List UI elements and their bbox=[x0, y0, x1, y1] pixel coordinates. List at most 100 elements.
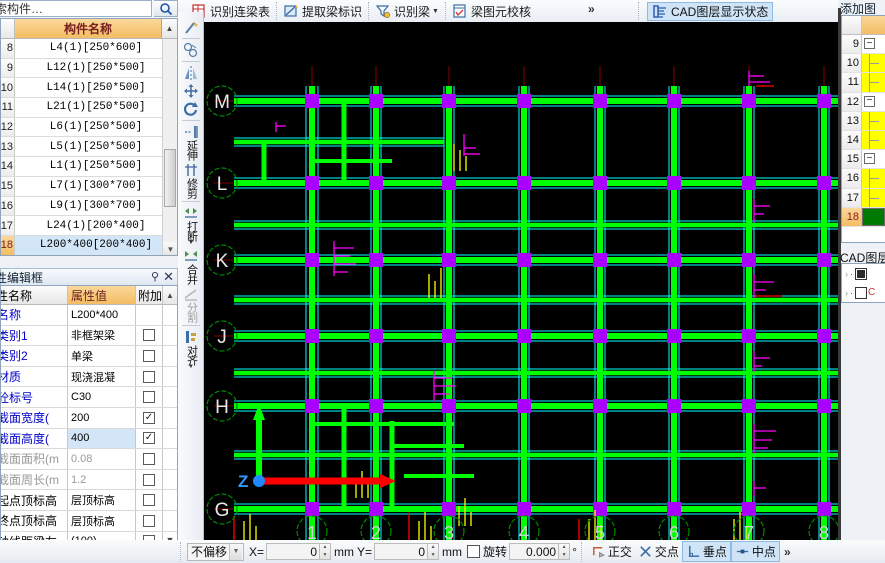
search-input[interactable] bbox=[0, 0, 152, 17]
layer-tree-row[interactable]: 15− bbox=[842, 150, 885, 170]
layer-tree-row[interactable]: 14 bbox=[842, 130, 885, 151]
toolbar-overflow-button[interactable]: » bbox=[588, 2, 595, 16]
vtool-merge[interactable]: 合并 bbox=[178, 247, 204, 285]
vtool-move[interactable] bbox=[178, 82, 204, 100]
tree-collapse-icon[interactable]: − bbox=[864, 95, 875, 107]
property-value[interactable]: C30 bbox=[68, 387, 136, 407]
vtool-align[interactable]: 对齐 ▼ bbox=[178, 328, 204, 371]
property-scroll-up-arrow[interactable]: ▲ bbox=[163, 286, 177, 304]
vtool-mirror[interactable] bbox=[178, 64, 204, 82]
property-value[interactable]: 非框架梁 bbox=[68, 325, 136, 346]
layer-tree-row[interactable]: 10 bbox=[842, 54, 885, 74]
rotate-stepper[interactable]: ▲ ▼ bbox=[559, 543, 571, 560]
component-list-item[interactable]: 9 L12(1)[250*500] bbox=[1, 58, 177, 79]
layer-tree-row[interactable]: 9− bbox=[842, 35, 885, 55]
property-checkbox[interactable] bbox=[143, 473, 155, 486]
component-list-item[interactable]: 14 L1(1)[250*500] bbox=[1, 157, 177, 177]
layer-visibility-checkbox[interactable] bbox=[855, 286, 867, 299]
vtool-break[interactable]: 打断 ▼ bbox=[178, 204, 204, 247]
snap-tool-perpendicular[interactable]: 垂点 bbox=[681, 541, 731, 562]
toolbar-button-4[interactable]: 梁图元校核 bbox=[449, 0, 534, 22]
property-row[interactable]: 材质现浇混凝 bbox=[1, 366, 177, 388]
scroll-down-arrow[interactable]: ▼ bbox=[163, 242, 177, 255]
component-list-scrollbar[interactable]: ▼ bbox=[162, 39, 177, 255]
snap-tool-intersection[interactable]: 交点 bbox=[635, 541, 682, 562]
component-list-item[interactable]: 15 L7(1)[300*700] bbox=[1, 176, 177, 197]
scroll-up-arrow[interactable]: ▲ bbox=[162, 19, 177, 38]
property-row[interactable]: 截面周长(m 1.2 bbox=[1, 469, 177, 491]
property-row[interactable]: 起点顶标高 层顶标高 bbox=[1, 490, 177, 511]
toolbar-button-3[interactable]: 识别梁 ▼ bbox=[372, 0, 442, 22]
chevron-down-icon[interactable]: ▼ bbox=[229, 543, 243, 560]
vtool-trim[interactable]: 修剪 bbox=[178, 161, 204, 199]
property-value[interactable]: 400 bbox=[68, 428, 136, 449]
layer-tree-row[interactable]: 13 bbox=[842, 111, 885, 131]
property-value[interactable]: 现浇混凝 bbox=[68, 366, 136, 387]
layer-tree-row[interactable]: 18 bbox=[842, 207, 885, 227]
component-list-item[interactable]: 12 L6(1)[250*500] bbox=[1, 117, 177, 138]
y-value-input[interactable]: 0 bbox=[374, 543, 429, 560]
layer-tree-row[interactable]: 17 bbox=[842, 188, 885, 208]
property-row[interactable]: 名称L200*400 bbox=[1, 305, 177, 326]
property-checkbox[interactable]: ✓ bbox=[143, 432, 155, 445]
property-checkbox[interactable] bbox=[143, 494, 155, 507]
property-row[interactable]: 终点顶标高 层顶标高 bbox=[1, 510, 177, 532]
property-row[interactable]: 类别2单梁 bbox=[1, 346, 177, 367]
x-stepper[interactable]: ▲ ▼ bbox=[320, 543, 332, 560]
cad-layer-display-state-button[interactable]: CAD图层显示状态 bbox=[647, 2, 774, 21]
rotate-checkbox[interactable] bbox=[467, 545, 481, 558]
chevron-down-icon[interactable]: ▼ bbox=[188, 240, 194, 246]
property-checkbox[interactable] bbox=[143, 514, 155, 527]
search-button[interactable] bbox=[154, 0, 178, 17]
property-row[interactable]: 截面宽度(200 ✓ bbox=[1, 407, 177, 429]
snap-tool-ortho[interactable]: 正交 bbox=[588, 541, 635, 562]
property-row[interactable]: 截面面积(m 0.08 bbox=[1, 449, 177, 470]
property-checkbox[interactable] bbox=[143, 349, 155, 362]
property-row[interactable]: 截面高度(400 ✓ bbox=[1, 428, 177, 450]
chevron-right-icon[interactable]: › bbox=[845, 269, 848, 279]
property-value[interactable]: 0.08 bbox=[68, 449, 136, 469]
offset-mode-combo[interactable]: 不偏移 ▼ bbox=[187, 542, 245, 561]
property-value[interactable]: 层顶标高 bbox=[68, 490, 136, 510]
y-stepper[interactable]: ▲ ▼ bbox=[428, 543, 440, 560]
pin-icon[interactable]: ⚲ bbox=[151, 270, 159, 283]
layer-tree-row[interactable]: 12− bbox=[842, 92, 885, 112]
vtool-extend[interactable]: 延伸 bbox=[178, 123, 204, 161]
cad-drawing-canvas[interactable]: MLKJHG 12345678 Z bbox=[204, 26, 885, 540]
property-checkbox[interactable] bbox=[143, 391, 155, 404]
property-value[interactable]: 200 bbox=[68, 407, 136, 428]
property-row[interactable]: 砼标号C30 bbox=[1, 387, 177, 408]
component-list-item[interactable]: 17 L24(1)[200*400] bbox=[1, 216, 177, 236]
chevron-down-icon[interactable]: ▼ bbox=[432, 8, 439, 15]
scrollbar-thumb[interactable] bbox=[164, 149, 176, 207]
x-value-input[interactable]: 0 bbox=[266, 543, 321, 560]
layer-tree-row[interactable]: 16 bbox=[842, 169, 885, 189]
statusbar-overflow-button[interactable]: » bbox=[784, 545, 791, 559]
property-checkbox[interactable]: ✓ bbox=[143, 411, 155, 424]
property-value[interactable]: 1.2 bbox=[68, 469, 136, 490]
cad-layer-row[interactable]: › · bbox=[842, 264, 885, 283]
vtool-offset[interactable] bbox=[178, 41, 204, 59]
component-list-item[interactable]: 10 L14(1)[250*500] bbox=[1, 78, 177, 99]
tree-collapse-icon[interactable]: − bbox=[864, 153, 875, 165]
vtool-split[interactable]: 分割 bbox=[178, 285, 204, 323]
property-checkbox[interactable] bbox=[143, 452, 155, 465]
layer-visibility-checkbox[interactable] bbox=[855, 267, 867, 280]
component-list-item[interactable]: 18 L200*400[200*400] bbox=[1, 235, 177, 255]
component-list-item[interactable]: 11 L21(1)[250*500] bbox=[1, 98, 177, 118]
vtool-rotate[interactable] bbox=[178, 100, 204, 118]
chevron-right-icon[interactable]: › bbox=[845, 288, 848, 298]
layer-tree-row[interactable]: 11 bbox=[842, 73, 885, 93]
toolbar-button-2[interactable]: 提取梁标识 bbox=[280, 0, 365, 22]
snap-tool-midpoint[interactable]: 中点 bbox=[730, 541, 780, 562]
property-row[interactable]: 类别1非框架梁 bbox=[1, 325, 177, 347]
cad-layer-row[interactable]: › · C bbox=[842, 283, 885, 302]
component-list-item[interactable]: 13 L5(1)[250*500] bbox=[1, 137, 177, 158]
chevron-down-icon[interactable]: ▼ bbox=[188, 364, 194, 370]
property-value[interactable]: 层顶标高 bbox=[68, 510, 136, 531]
tree-collapse-icon[interactable]: − bbox=[864, 38, 875, 49]
rotate-value-input[interactable]: 0.000 bbox=[509, 543, 560, 560]
close-icon[interactable]: ✕ bbox=[163, 269, 174, 285]
property-value[interactable]: 单梁 bbox=[68, 346, 136, 366]
component-list-item[interactable]: 16 L9(1)[300*700] bbox=[1, 196, 177, 217]
